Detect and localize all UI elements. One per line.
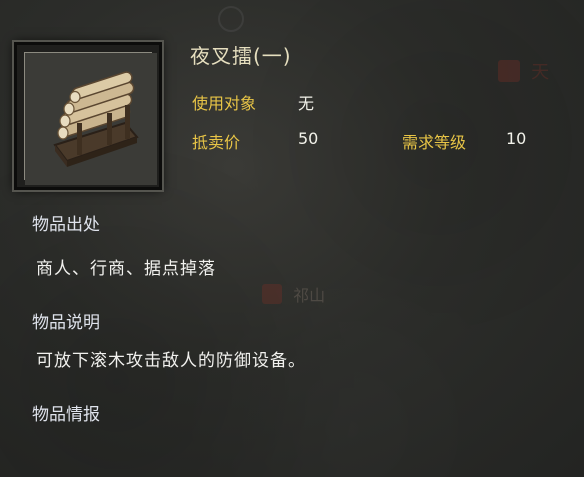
item-name: 夜叉擂(一) [190, 44, 292, 68]
map-seal-icon [262, 284, 282, 304]
item-icon-frame [14, 42, 162, 190]
description-title: 物品说明 [32, 313, 100, 333]
price-label: 抵卖价 [192, 133, 241, 152]
origin-text: 商人、行商、据点掉落 [36, 259, 216, 279]
level-label: 需求等级 [402, 133, 467, 152]
description-text: 可放下滚木攻击敌人的防御设备。 [36, 351, 306, 371]
level-value: 10 [506, 129, 527, 148]
item-icon [24, 52, 157, 185]
price-value: 50 [298, 129, 319, 148]
map-marker-qishan: 祁山 [262, 282, 372, 310]
target-label: 使用对象 [192, 94, 257, 113]
map-label: 天 [531, 62, 550, 83]
map-seal-icon [498, 60, 520, 82]
info-title: 物品情报 [32, 405, 100, 425]
log-trap-icon [25, 53, 157, 185]
map-label: 祁山 [293, 286, 326, 305]
target-value: 无 [298, 94, 315, 113]
map-marker-top [218, 6, 244, 32]
map-marker-right: 天 [498, 58, 578, 88]
origin-title: 物品出处 [32, 215, 100, 235]
